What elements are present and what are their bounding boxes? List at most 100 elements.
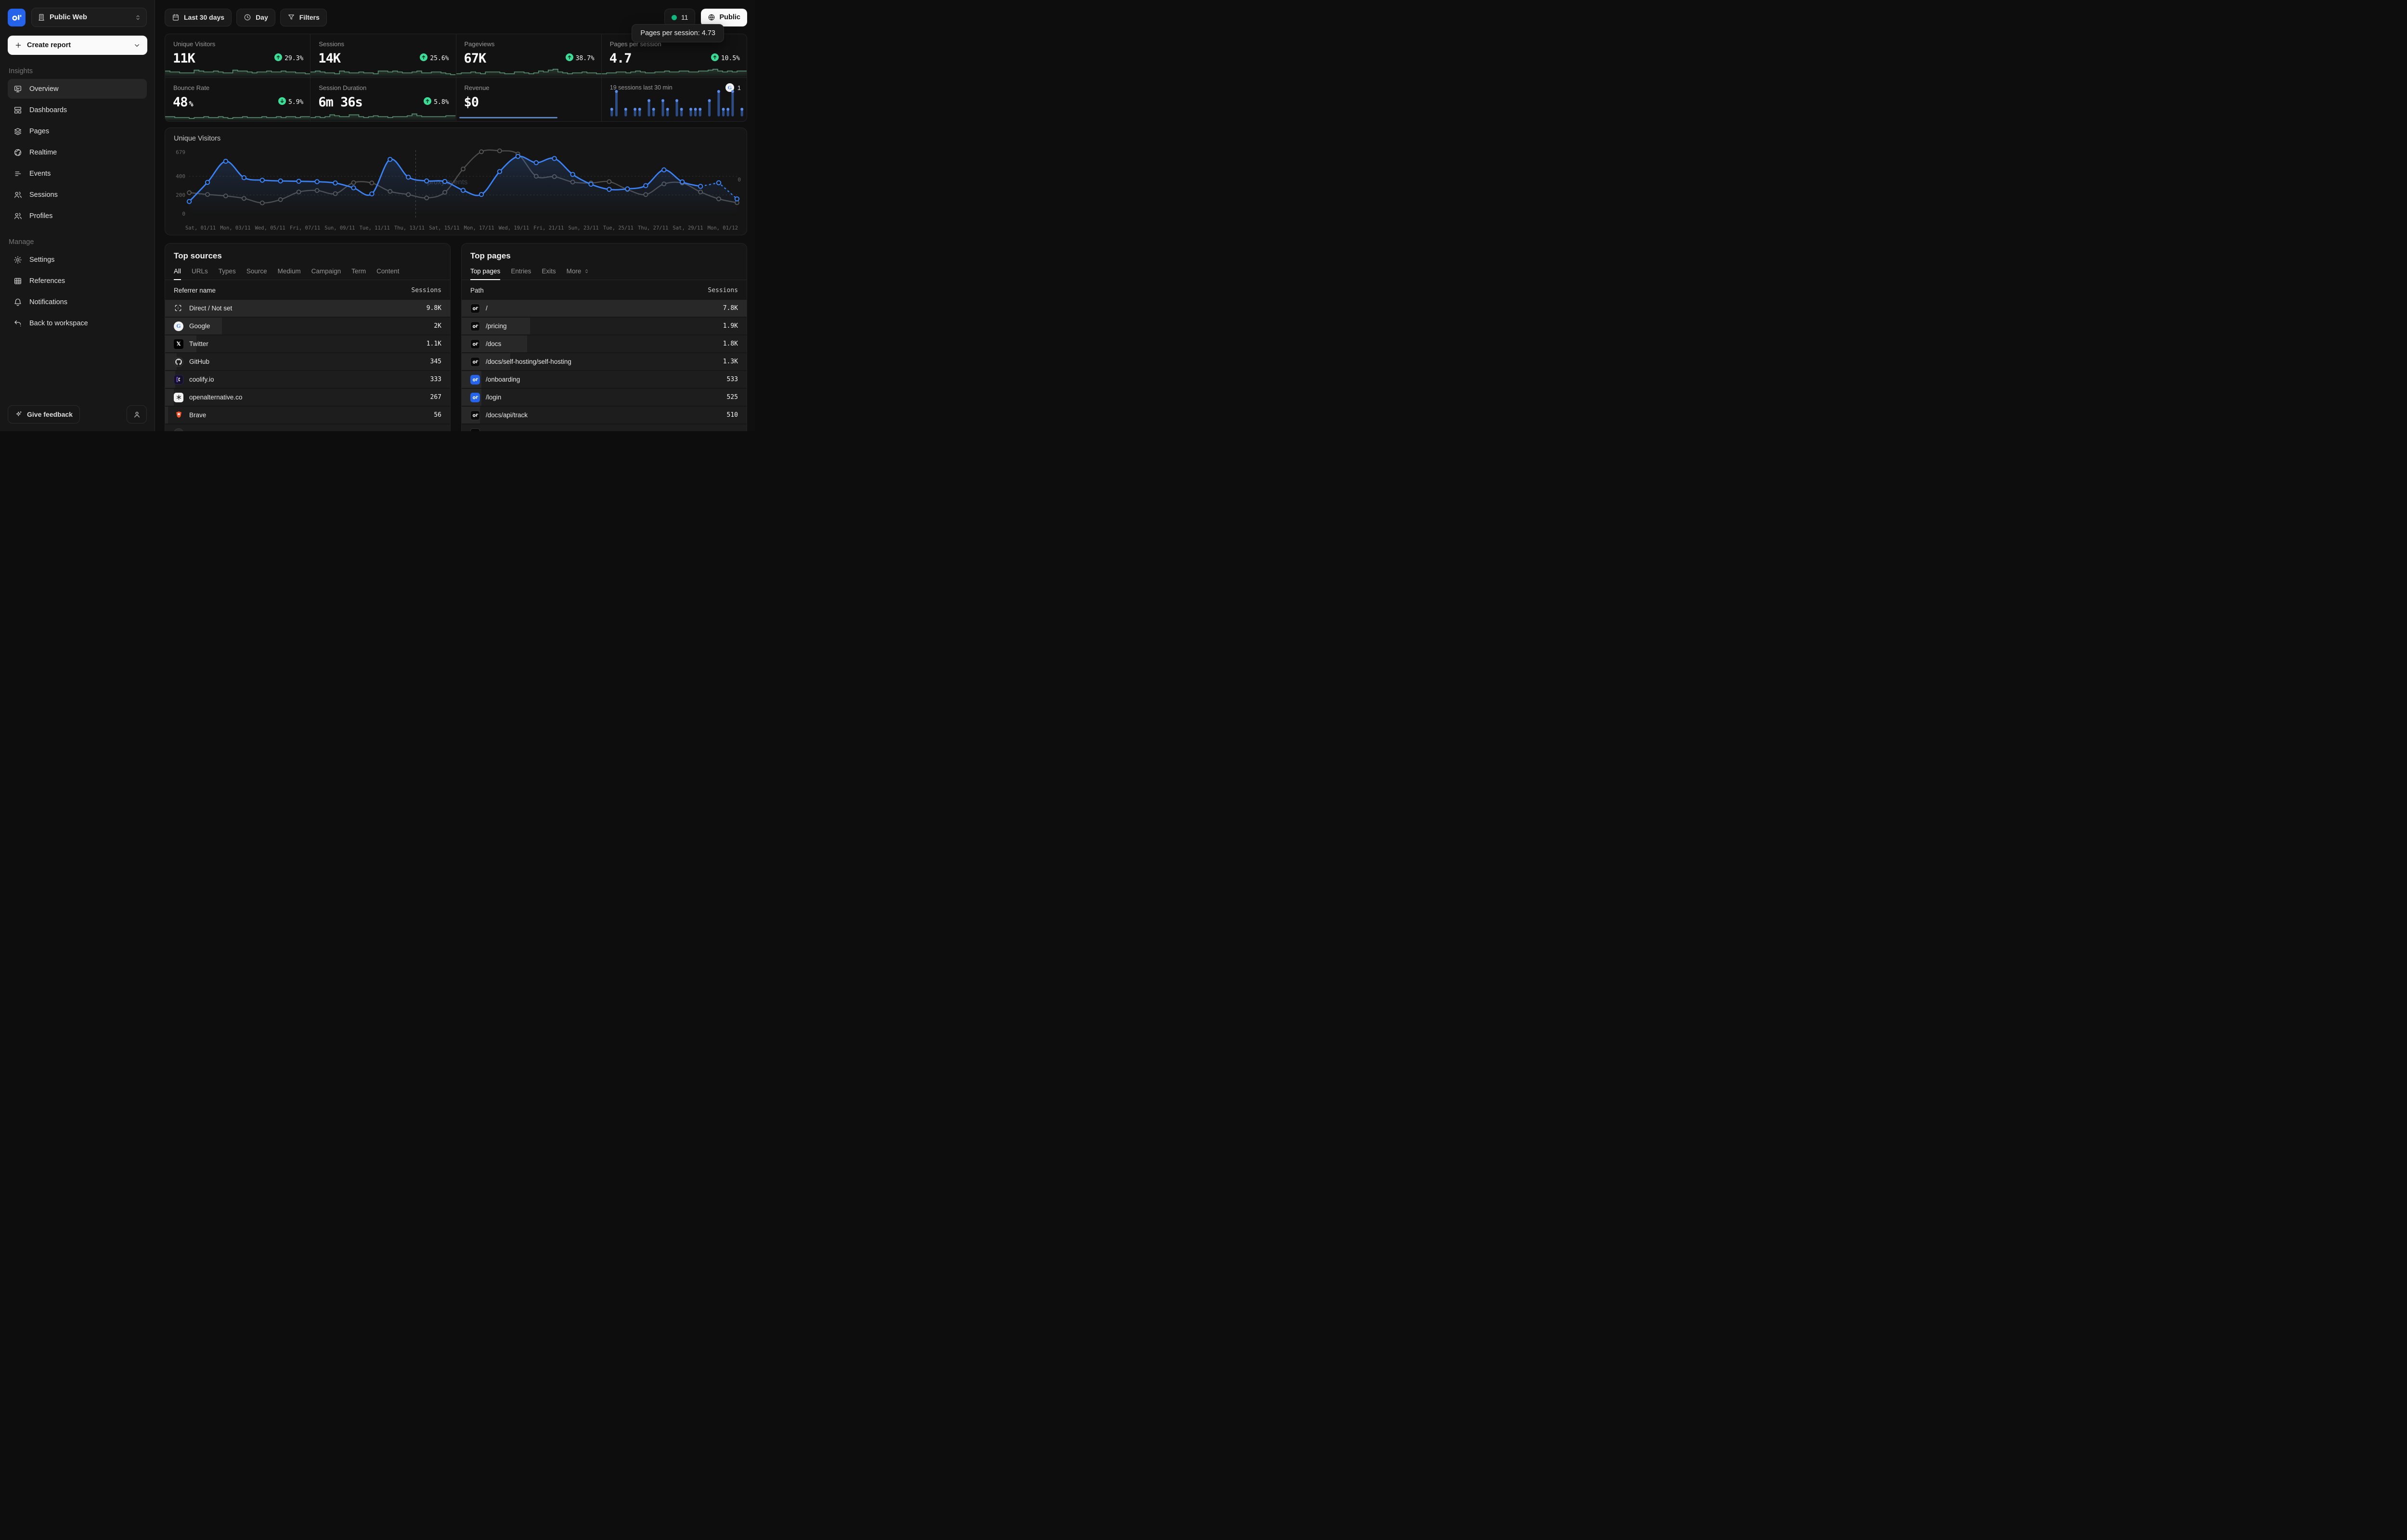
tab-urls[interactable]: URLs — [192, 268, 208, 280]
overview-icon — [13, 85, 22, 93]
sidebar-item-back-to-workspace[interactable]: Back to workspace — [8, 313, 147, 333]
svg-text:200: 200 — [176, 192, 185, 198]
row-label: GitHub — [189, 358, 430, 365]
table-row[interactable]: /onboarding 533 — [462, 371, 747, 388]
section-label-insights: Insights — [9, 67, 147, 75]
row-label: / — [486, 305, 723, 312]
tab-top-pages[interactable]: Top pages — [470, 268, 500, 280]
kpi-delta: 38.7% — [566, 53, 595, 63]
table-row[interactable]: openalternative.co 267 — [165, 389, 450, 406]
column-header: Sessions — [708, 287, 738, 294]
table-row[interactable]: /docs 1.8K — [462, 335, 747, 352]
sidebar-item-label: Pages — [29, 128, 49, 135]
sidebar-item-events[interactable]: Events — [8, 164, 147, 183]
kpi-card-pageviews[interactable]: Pageviews 67K 38.7% — [456, 34, 601, 77]
filters-button[interactable]: Filters — [280, 9, 327, 26]
sidebar-item-profiles[interactable]: Profiles — [8, 206, 147, 226]
sidebar-item-references[interactable]: References — [8, 271, 147, 291]
x-axis-tick: Sun, 09/11 — [324, 225, 355, 231]
kpi-card-sessions[interactable]: Sessions 14K 25.6% — [311, 34, 455, 77]
twitter-icon: 𝕏 — [174, 339, 183, 349]
date-range-button[interactable]: Last 30 days — [165, 9, 232, 26]
sidebar-item-dashboards[interactable]: Dashboards — [8, 100, 147, 120]
table-row[interactable]: /pricing 1.9K — [462, 318, 747, 334]
project-selector[interactable]: Public Web — [31, 8, 147, 27]
row-label: Brave — [189, 411, 434, 419]
table-row[interactable]: Brave 56 — [165, 407, 450, 424]
kpi-card-realtime-sessions[interactable]: 19 sessions last 30 min G 1 — [602, 78, 747, 121]
sidebar-item-pages[interactable]: Pages — [8, 121, 147, 141]
tab-entries[interactable]: Entries — [511, 268, 531, 280]
kpi-card-session-duration[interactable]: Session Duration 6m 36s 5.8% — [311, 78, 455, 121]
tab-all[interactable]: All — [174, 268, 181, 280]
x-axis-tick: Fri, 21/11 — [533, 225, 564, 231]
tab-more[interactable]: More — [567, 268, 591, 280]
svg-text:400: 400 — [176, 173, 185, 180]
kpi-value: 48% — [173, 95, 193, 110]
table-row[interactable]: coolify.io 333 — [165, 371, 450, 388]
table-row[interactable]: Direct / Not set 9.8K — [165, 300, 450, 317]
chart-x-axis-labels: Sat, 01/11Mon, 03/11Wed, 05/11Fri, 07/11… — [185, 225, 738, 231]
x-axis-tick: Thu, 27/11 — [638, 225, 668, 231]
kpi-card-revenue[interactable]: Revenue $0 — [456, 78, 601, 121]
building-icon — [38, 13, 45, 21]
tab-exits[interactable]: Exits — [542, 268, 556, 280]
arrow-up-icon — [274, 53, 282, 63]
sidebar-item-overview[interactable]: Overview — [8, 79, 147, 99]
public-visibility-button[interactable]: Public — [701, 9, 747, 26]
user-icon — [133, 411, 141, 419]
sidebar-item-sessions[interactable]: Sessions — [8, 185, 147, 205]
top-sources-title: Top sources — [165, 244, 450, 261]
row-label: /docs/api/track — [486, 411, 727, 419]
table-row[interactable]: 𝕏 Twitter 1.1K — [165, 335, 450, 352]
tab-campaign[interactable]: Campaign — [311, 268, 341, 280]
kpi-delta: 10.5% — [711, 53, 740, 63]
openpanel-logo-icon[interactable] — [8, 9, 26, 26]
row-value: 56 — [434, 411, 441, 419]
table-row-partial[interactable] — [462, 424, 747, 431]
row-value: 333 — [430, 376, 441, 383]
openpanel-blue-icon — [470, 375, 480, 385]
table-row-partial[interactable] — [165, 424, 450, 431]
sidebar-item-label: Realtime — [29, 149, 57, 156]
row-value: 525 — [727, 394, 738, 401]
row-value: 1.8K — [723, 340, 738, 347]
pages-icon — [13, 127, 22, 136]
sidebar-item-realtime[interactable]: Realtime — [8, 142, 147, 162]
tab-content[interactable]: Content — [376, 268, 399, 280]
kpi-delta: 5.8% — [424, 97, 449, 107]
account-button[interactable] — [127, 405, 147, 424]
kpi-card-unique-visitors[interactable]: Unique Visitors 11K 29.3% — [165, 34, 310, 77]
interval-button[interactable]: Day — [236, 9, 275, 26]
create-report-button[interactable]: Create report — [8, 36, 147, 55]
tab-medium[interactable]: Medium — [278, 268, 301, 280]
sidebar-item-settings[interactable]: Settings — [8, 250, 147, 270]
sidebar-item-notifications[interactable]: Notifications — [8, 292, 147, 312]
x-axis-tick: Wed, 19/11 — [499, 225, 529, 231]
column-header: Sessions — [411, 287, 441, 294]
tab-types[interactable]: Types — [219, 268, 236, 280]
chevron-down-icon — [133, 42, 141, 49]
globe-icon — [708, 13, 715, 21]
kpi-value: 4.7 — [609, 51, 632, 66]
kpi-sparkline — [602, 64, 747, 77]
table-row[interactable]: / 7.8K — [462, 300, 747, 317]
table-row[interactable]: /docs/api/track 510 — [462, 407, 747, 424]
references-icon — [13, 277, 22, 285]
arrow-up-icon — [711, 53, 719, 63]
live-visitors-badge[interactable]: 11 — [664, 9, 696, 26]
row-value: 2K — [434, 322, 441, 330]
tab-source[interactable]: Source — [246, 268, 267, 280]
kpi-label: Pageviews — [465, 40, 495, 48]
realtime-icon — [13, 148, 22, 157]
kpi-card-bounce-rate[interactable]: Bounce Rate 48% 5.9% — [165, 78, 310, 121]
coolify-icon — [174, 375, 183, 385]
sidebar-item-label: Dashboards — [29, 106, 67, 114]
kpi-delta: 25.6% — [420, 53, 449, 63]
table-row[interactable]: GitHub 345 — [165, 353, 450, 370]
give-feedback-button[interactable]: Give feedback — [8, 405, 80, 424]
tab-term[interactable]: Term — [351, 268, 366, 280]
table-row[interactable]: /docs/self-hosting/self-hosting 1.3K — [462, 353, 747, 370]
table-row[interactable]: G Google 2K — [165, 318, 450, 334]
table-row[interactable]: /login 525 — [462, 389, 747, 406]
